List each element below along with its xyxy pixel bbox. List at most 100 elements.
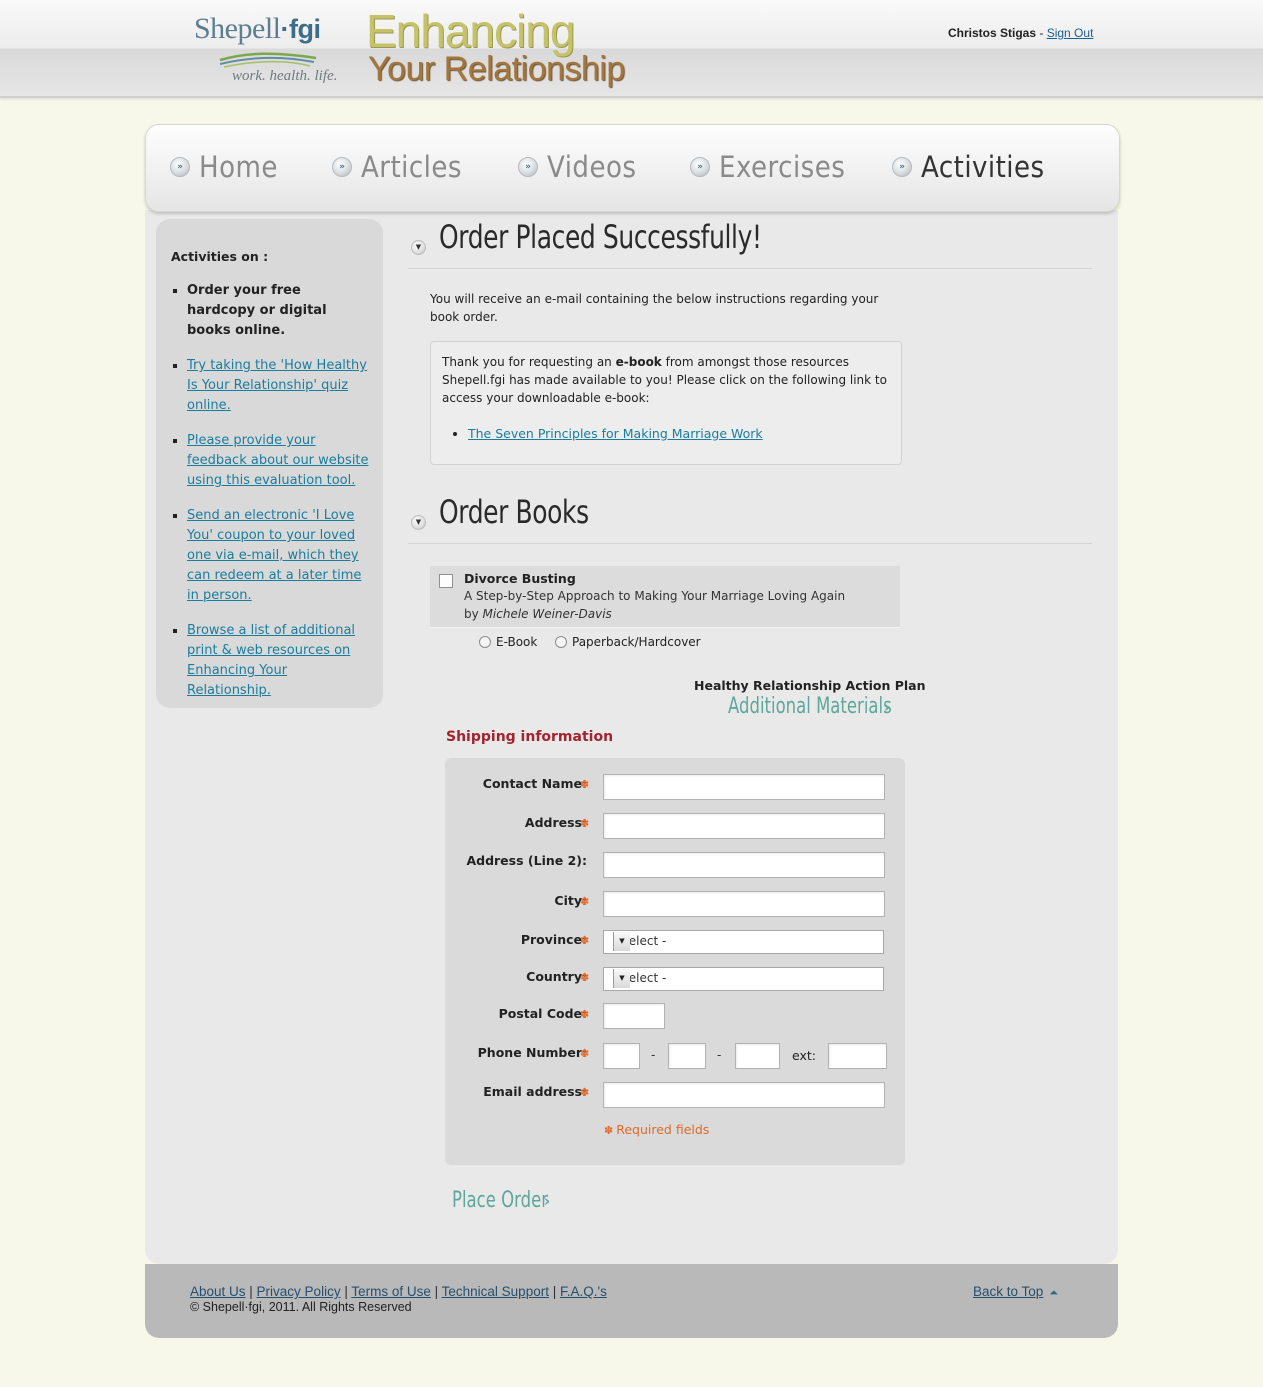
required-fields-text: Required fields: [616, 1122, 710, 1137]
phone-separator: -: [651, 1048, 656, 1062]
sidebar-link-quiz[interactable]: Try taking the 'How Healthy Is Your Rela…: [187, 358, 367, 413]
additional-materials-label: Additional Materials: [728, 694, 892, 719]
nav-exercises[interactable]: » Exercises: [690, 147, 859, 187]
nav-bullet-icon: »: [170, 157, 190, 177]
sidebar-item-coupon: Send an electronic 'I Love You' coupon t…: [187, 506, 372, 606]
required-icon: ✽: [604, 1124, 614, 1137]
required-icon: ✽: [580, 817, 590, 830]
sidebar-link-feedback[interactable]: Please provide your feedback about our w…: [187, 433, 369, 488]
order-books-title: Order Books: [439, 493, 589, 531]
nav-bullet-icon: »: [332, 157, 352, 177]
ebook-instructions-box: Thank you for requesting an e-book from …: [430, 341, 902, 465]
footer-links: About Us | Privacy Policy | Terms of Use…: [190, 1284, 607, 1299]
site-header: Shepell·fgi work. health. life. Enhancin…: [0, 0, 1263, 98]
nav-articles[interactable]: » Articles: [332, 147, 473, 187]
shipping-title: Shipping information: [446, 729, 614, 745]
format-ebook-radio[interactable]: E-Book: [479, 635, 537, 649]
chevron-down-icon: ▼: [613, 932, 630, 951]
footer-link-terms[interactable]: Terms of Use: [351, 1284, 431, 1299]
place-order-button[interactable]: Place Order ›: [452, 1188, 550, 1213]
copyright: © Shepell·fgi, 2011. All Rights Reserved: [190, 1300, 412, 1314]
user-bar: Christos Stigas - Sign Out: [948, 26, 1093, 40]
additional-materials-link[interactable]: Additional Materials ›: [728, 694, 892, 719]
radio-circle-icon: [555, 636, 567, 648]
collapse-toggle-icon[interactable]: ▼: [411, 515, 426, 530]
action-plan-label: Healthy Relationship Action Plan: [694, 678, 926, 693]
sidebar-item-feedback: Please provide your feedback about our w…: [187, 431, 372, 491]
nav-bullet-icon: »: [518, 157, 538, 177]
activities-sidebar: Activities on : Order your free hardcopy…: [156, 219, 383, 708]
nav-label: Exercises: [719, 150, 846, 184]
required-fields-note: ✽ Required fields: [604, 1122, 709, 1137]
book-author: by Michele Weiner-Davis: [464, 607, 612, 621]
required-icon: ✽: [580, 1008, 590, 1021]
place-order-label: Place Order: [452, 1188, 549, 1213]
chevron-down-icon: ▼: [613, 969, 630, 988]
email-input[interactable]: [603, 1082, 885, 1108]
address-input[interactable]: [603, 813, 885, 839]
logo-swoosh-icon: [219, 52, 317, 68]
country-label: Country:: [526, 969, 587, 984]
country-select[interactable]: - Select - ▼: [603, 967, 884, 991]
sidebar-item-quiz: Try taking the 'How Healthy Is Your Rela…: [187, 356, 372, 416]
book-checkbox[interactable]: [439, 574, 453, 588]
main-nav: » Home » Articles » Videos » Exercises »…: [145, 124, 1120, 212]
site-title-line2: Your Relationship: [368, 50, 625, 88]
sidebar-item-resources: Browse a list of additional print & web …: [187, 621, 372, 701]
required-icon: ✽: [580, 1086, 590, 1099]
footer-link-faq[interactable]: F.A.Q.'s: [560, 1284, 607, 1299]
confirmation-text: You will receive an e-mail containing th…: [430, 292, 879, 324]
logo-wordmark: Shepell·fgi: [194, 12, 321, 45]
sidebar-item-order-books: Order your free hardcopy or digital book…: [187, 281, 372, 341]
book-subtitle: A Step-by-Step Approach to Making Your M…: [464, 589, 846, 603]
footer-link-support[interactable]: Technical Support: [442, 1284, 549, 1299]
collapse-toggle-icon[interactable]: ▼: [411, 240, 426, 255]
nav-activities[interactable]: » Activities: [892, 147, 1058, 187]
contact-name-label: Contact Name:: [482, 776, 587, 791]
sign-out-link[interactable]: Sign Out: [1047, 26, 1094, 40]
city-input[interactable]: [603, 891, 885, 917]
site-footer: About Us | Privacy Policy | Terms of Use…: [145, 1264, 1118, 1338]
postal-code-input[interactable]: [603, 1003, 665, 1029]
order-success-title: Order Placed Successfully!: [439, 218, 762, 256]
radio-circle-icon: [479, 636, 491, 648]
nav-bullet-icon: »: [690, 157, 710, 177]
address2-label: Address (Line 2):: [466, 853, 587, 868]
required-icon: ✽: [580, 934, 590, 947]
ebook-message: Thank you for requesting an e-book from …: [442, 355, 887, 405]
phone-separator: -: [717, 1048, 722, 1062]
sidebar-list: Order your free hardcopy or digital book…: [156, 281, 372, 716]
nav-label: Articles: [361, 150, 462, 184]
order-success-header: ▼ Order Placed Successfully!: [408, 218, 1092, 269]
back-to-top-label: Back to Top: [973, 1284, 1044, 1299]
address-label: Address:: [524, 815, 587, 830]
phone-ext-input[interactable]: [828, 1043, 887, 1069]
phone-line-input[interactable]: [735, 1043, 780, 1069]
nav-home[interactable]: » Home: [170, 147, 287, 187]
contact-name-input[interactable]: [603, 774, 885, 800]
sidebar-title: Activities on :: [171, 249, 269, 264]
nav-bullet-icon: »: [892, 157, 912, 177]
ebook-link-list: The Seven Principles for Making Marriage…: [442, 425, 763, 443]
required-icon: ✽: [580, 1047, 590, 1060]
sidebar-link-coupon[interactable]: Send an electronic 'I Love You' coupon t…: [187, 508, 361, 603]
format-paperback-radio[interactable]: Paperback/Hardcover: [555, 635, 701, 649]
province-select[interactable]: - Select - ▼: [603, 930, 884, 954]
ebook-download-link[interactable]: The Seven Principles for Making Marriage…: [468, 426, 763, 441]
back-to-top-link[interactable]: Back to Top ⏶: [973, 1284, 1058, 1300]
phone-prefix-input[interactable]: [668, 1043, 706, 1069]
logo-tagline: work. health. life.: [232, 68, 338, 84]
nav-videos[interactable]: » Videos: [518, 147, 646, 187]
phone-label: Phone Number:: [477, 1045, 587, 1060]
footer-link-about[interactable]: About Us: [190, 1284, 246, 1299]
footer-link-privacy[interactable]: Privacy Policy: [257, 1284, 341, 1299]
shepell-fgi-logo[interactable]: Shepell·fgi work. health. life.: [192, 10, 337, 90]
arrow-up-icon: ⏶: [1049, 1287, 1059, 1299]
ebook-list-item: The Seven Principles for Making Marriage…: [468, 425, 763, 443]
sidebar-link-resources[interactable]: Browse a list of additional print & web …: [187, 623, 355, 698]
nav-label: Videos: [547, 150, 637, 184]
phone-ext-label: ext:: [792, 1048, 816, 1063]
nav-label: Home: [199, 150, 278, 184]
address2-input[interactable]: [603, 852, 885, 878]
phone-area-input[interactable]: [603, 1043, 640, 1069]
